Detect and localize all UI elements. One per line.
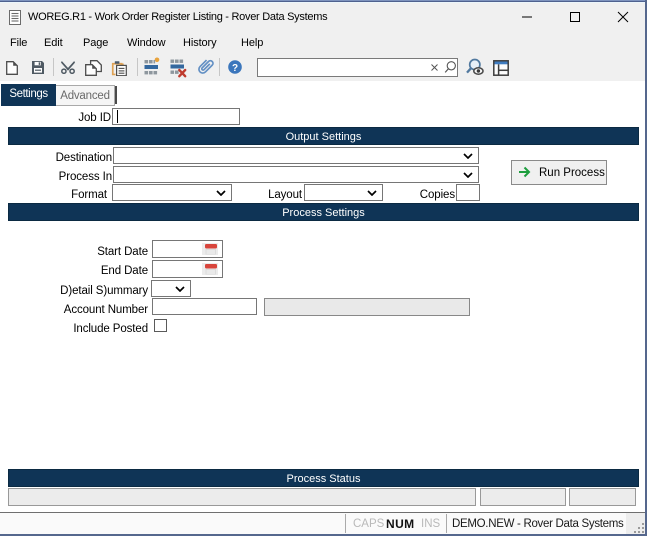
svg-text:?: ? bbox=[232, 63, 238, 74]
